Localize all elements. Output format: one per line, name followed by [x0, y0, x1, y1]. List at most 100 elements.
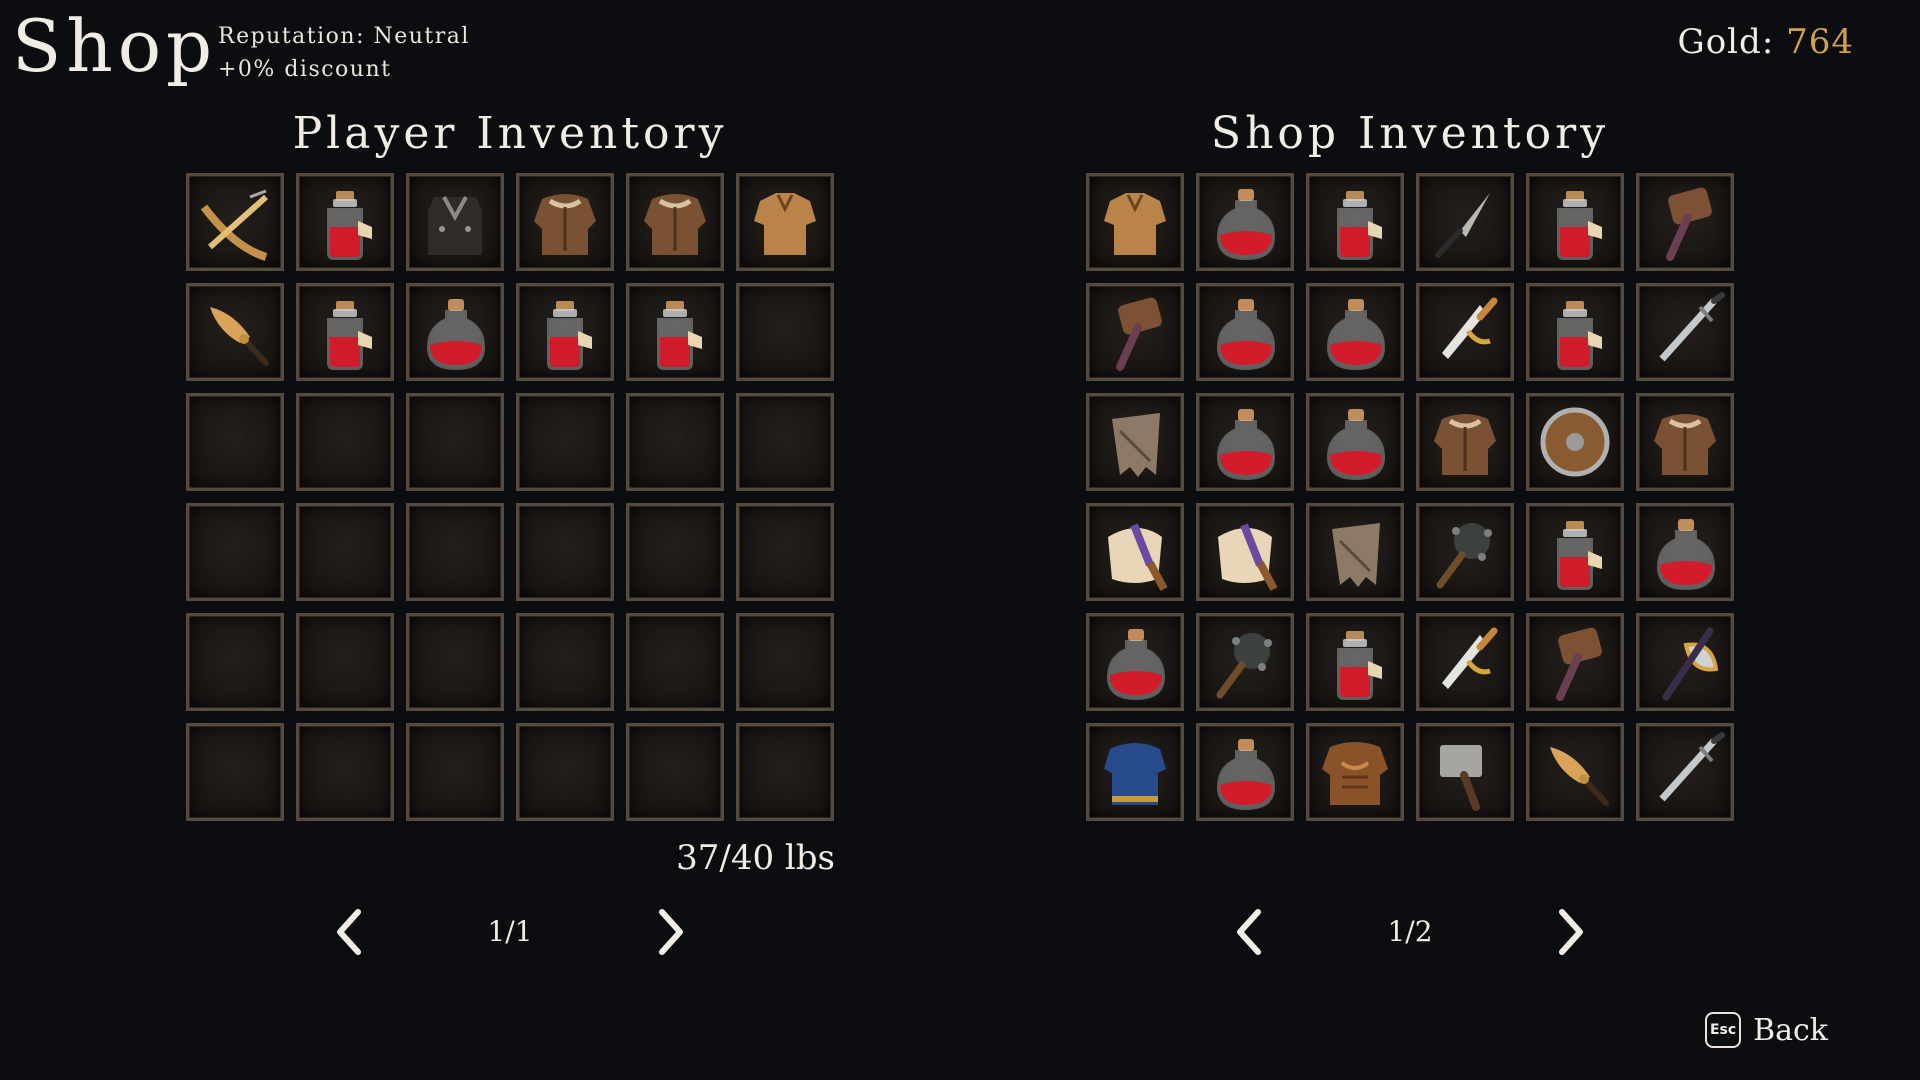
player-inventory-slot[interactable] — [296, 393, 394, 491]
player-inventory-slot[interactable] — [736, 613, 834, 711]
player-inventory-slot[interactable] — [736, 723, 834, 821]
player-inventory-slot[interactable] — [516, 393, 614, 491]
shop-inventory-slot[interactable] — [1196, 283, 1294, 381]
player-inventory-slot[interactable] — [626, 173, 724, 271]
shop-inventory-slot[interactable] — [1196, 613, 1294, 711]
torn-cloak-icon — [1332, 523, 1380, 587]
potion-flask-icon — [1337, 191, 1382, 260]
shop-inventory-slot[interactable] — [1196, 723, 1294, 821]
shop-inventory-slot[interactable] — [1526, 503, 1624, 601]
shop-inventory-slot[interactable] — [1416, 723, 1514, 821]
leather-vest-icon — [428, 196, 482, 255]
feather-dagger-icon — [210, 307, 269, 366]
player-inventory-slot[interactable] — [296, 173, 394, 271]
player-inventory-slot[interactable] — [406, 503, 504, 601]
player-inventory-slot[interactable] — [296, 283, 394, 381]
player-inventory-slot[interactable] — [406, 283, 504, 381]
player-inventory-slot[interactable] — [626, 393, 724, 491]
player-inventory-slot[interactable] — [516, 173, 614, 271]
page-title: Shop — [12, 4, 218, 88]
shop-inventory-slot[interactable] — [1526, 173, 1624, 271]
player-inventory-slot[interactable] — [186, 283, 284, 381]
player-next-page-button[interactable] — [650, 902, 690, 962]
shop-inventory-slot[interactable] — [1416, 283, 1514, 381]
player-inventory-slot[interactable] — [296, 503, 394, 601]
potion-flask-icon — [547, 301, 592, 370]
player-inventory-slot[interactable] — [186, 613, 284, 711]
shop-inventory-slot[interactable] — [1636, 723, 1734, 821]
player-inventory-slot[interactable] — [626, 283, 724, 381]
shop-inventory-slot[interactable] — [1636, 283, 1734, 381]
tunic-icon — [1104, 193, 1166, 255]
shop-inventory-slot[interactable] — [1306, 283, 1404, 381]
shop-inventory-slot[interactable] — [1526, 613, 1624, 711]
shop-inventory-slot[interactable] — [1306, 503, 1404, 601]
hammer-icon — [1556, 627, 1602, 701]
shop-inventory-slot[interactable] — [1306, 393, 1404, 491]
shop-inventory-slot[interactable] — [1306, 173, 1404, 271]
leather-armor-icon — [1654, 414, 1716, 475]
potion-round-icon — [1216, 739, 1276, 811]
potion-round-icon — [1216, 409, 1276, 481]
shop-inventory-slot[interactable] — [1416, 173, 1514, 271]
potion-round-icon — [426, 299, 486, 371]
shop-inventory-slot[interactable] — [1636, 503, 1734, 601]
torn-cloak-icon — [1112, 413, 1160, 477]
player-inventory-slot[interactable] — [736, 173, 834, 271]
player-inventory-slot[interactable] — [516, 613, 614, 711]
player-inventory-slot[interactable] — [186, 393, 284, 491]
shop-inventory-slot[interactable] — [1086, 503, 1184, 601]
player-inventory-slot[interactable] — [186, 503, 284, 601]
shop-inventory-slot[interactable] — [1526, 283, 1624, 381]
potion-flask-icon — [1557, 191, 1602, 260]
potion-round-icon — [1326, 409, 1386, 481]
shop-inventory-slot[interactable] — [1636, 393, 1734, 491]
player-inventory-slot[interactable] — [516, 503, 614, 601]
shop-inventory-slot[interactable] — [1636, 173, 1734, 271]
shop-inventory-slot[interactable] — [1196, 503, 1294, 601]
shop-inventory-slot[interactable] — [1196, 393, 1294, 491]
weight-indicator: 37/40 lbs — [676, 838, 835, 878]
player-inventory-slot[interactable] — [736, 503, 834, 601]
potion-round-icon — [1656, 519, 1716, 591]
shop-inventory-slot[interactable] — [1306, 613, 1404, 711]
shop-inventory-slot[interactable] — [1196, 173, 1294, 271]
shop-inventory-slot[interactable] — [1526, 393, 1624, 491]
player-inventory-slot[interactable] — [406, 613, 504, 711]
player-inventory-slot[interactable] — [626, 613, 724, 711]
shop-inventory-slot[interactable] — [1416, 393, 1514, 491]
player-inventory-slot[interactable] — [406, 393, 504, 491]
player-inventory-slot[interactable] — [626, 723, 724, 821]
player-inventory-slot[interactable] — [736, 283, 834, 381]
player-inventory-slot[interactable] — [296, 723, 394, 821]
shop-inventory-title: Shop Inventory — [1210, 108, 1610, 159]
player-inventory-slot[interactable] — [516, 723, 614, 821]
shop-next-page-button[interactable] — [1550, 902, 1590, 962]
back-button[interactable]: Esc Back — [1705, 1012, 1828, 1048]
shop-inventory-slot[interactable] — [1416, 613, 1514, 711]
shop-inventory-slot[interactable] — [1086, 723, 1184, 821]
shop-inventory-slot[interactable] — [1086, 613, 1184, 711]
shop-prev-page-button[interactable] — [1230, 902, 1270, 962]
potion-flask-icon — [657, 301, 702, 370]
dagger-icon — [1435, 193, 1490, 258]
player-inventory-slot[interactable] — [736, 393, 834, 491]
player-inventory-slot[interactable] — [516, 283, 614, 381]
gold-value: 764 — [1786, 22, 1854, 62]
shop-inventory-slot[interactable] — [1086, 173, 1184, 271]
player-inventory-slot[interactable] — [406, 173, 504, 271]
player-prev-page-button[interactable] — [330, 902, 370, 962]
player-inventory-slot[interactable] — [406, 723, 504, 821]
player-inventory-slot[interactable] — [186, 173, 284, 271]
potion-round-icon — [1106, 629, 1166, 701]
shop-inventory-slot[interactable] — [1086, 283, 1184, 381]
shop-inventory-slot[interactable] — [1306, 723, 1404, 821]
player-inventory-slot[interactable] — [186, 723, 284, 821]
shop-inventory-slot[interactable] — [1086, 393, 1184, 491]
gold-display: Gold: 764 — [1678, 22, 1854, 62]
shop-inventory-slot[interactable] — [1526, 723, 1624, 821]
shop-inventory-slot[interactable] — [1416, 503, 1514, 601]
player-inventory-slot[interactable] — [296, 613, 394, 711]
shop-inventory-slot[interactable] — [1636, 613, 1734, 711]
player-inventory-slot[interactable] — [626, 503, 724, 601]
